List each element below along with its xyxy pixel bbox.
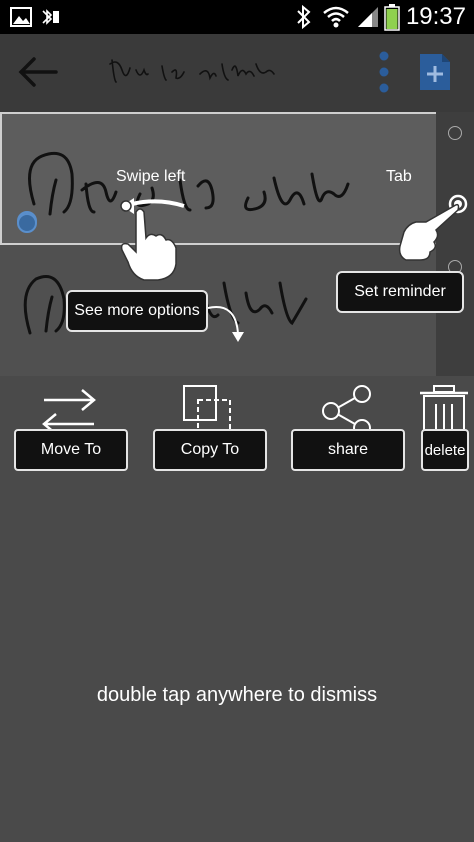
signal-icon <box>358 7 378 27</box>
dismiss-instruction: double tap anywhere to dismiss <box>96 684 378 706</box>
curved-arrow-icon <box>207 306 244 342</box>
image-icon <box>10 7 32 27</box>
overflow-menu-icon[interactable] <box>374 50 394 94</box>
app-bar <box>0 34 474 112</box>
bluetooth-icon <box>297 5 311 29</box>
set-reminder-tip: Set reminder <box>336 271 464 313</box>
move-to-button[interactable]: Move To <box>14 429 128 471</box>
note-sync-badge <box>17 213 37 233</box>
bluetooth-vibrate-icon <box>42 9 59 25</box>
tab-hint: Tab <box>386 168 412 185</box>
swipe-left-hint: Swipe left <box>116 168 186 185</box>
hand-pointer-icon <box>120 208 177 281</box>
wifi-icon <box>323 6 349 28</box>
hand-pointer-icon <box>398 203 460 261</box>
arrow-left-icon[interactable] <box>16 54 60 90</box>
share-button[interactable]: share <box>291 429 405 471</box>
new-note-icon[interactable] <box>418 52 452 92</box>
clock-time: 19:37 <box>405 3 466 30</box>
battery-icon <box>384 4 400 31</box>
see-more-options-tip: See more options <box>66 290 208 332</box>
note-handwriting <box>28 151 350 216</box>
reminder-clock-icon[interactable] <box>448 126 462 140</box>
delete-button[interactable]: delete <box>421 429 469 471</box>
status-bar: 19:37 <box>0 0 474 34</box>
copy-to-button[interactable]: Copy To <box>153 429 267 471</box>
note-title-handwriting <box>109 59 275 83</box>
